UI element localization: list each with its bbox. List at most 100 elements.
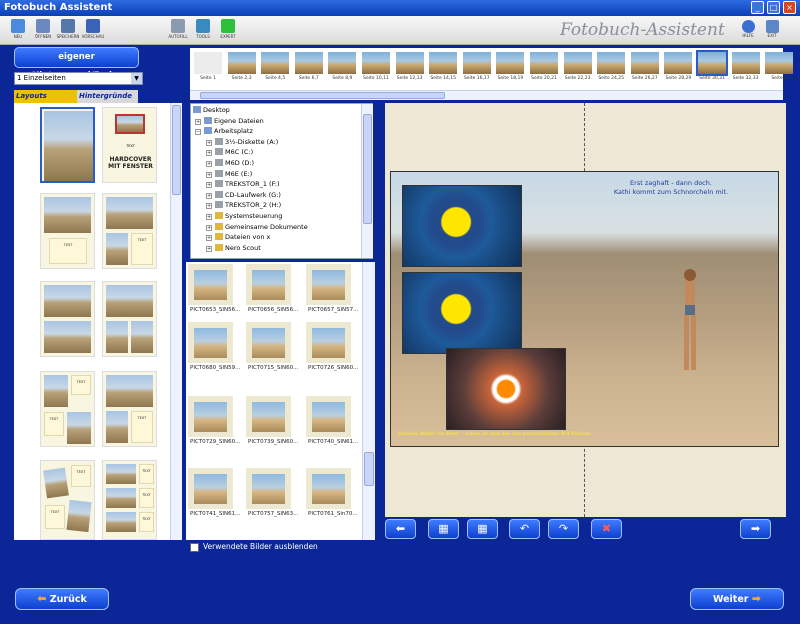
page-thumb[interactable]: Seite 3 bbox=[764, 52, 794, 81]
image-scrollbar[interactable] bbox=[362, 262, 375, 540]
toolbar-button-öffnen[interactable]: ÖFFNEN bbox=[31, 19, 55, 39]
image-thumb[interactable] bbox=[188, 468, 233, 509]
tree-expander[interactable]: − bbox=[195, 129, 201, 136]
next-page-button[interactable]: ➡ bbox=[740, 519, 771, 539]
minimize-button[interactable]: _ bbox=[751, 1, 764, 14]
tree-item[interactable]: Gemeinsame Dokumente bbox=[215, 222, 308, 231]
help-button[interactable]: HILFE bbox=[738, 20, 758, 38]
layout-thumb-2[interactable]: TEXT bbox=[40, 193, 95, 269]
rotate-left-button[interactable]: ↶ bbox=[509, 519, 540, 539]
page-thumb[interactable]: Seite 30,31 bbox=[696, 50, 728, 81]
tree-expander[interactable]: + bbox=[206, 171, 212, 178]
layout-thumb-hardcover[interactable]: TEXT HARDCOVER MIT FENSTER bbox=[102, 107, 157, 183]
tree-item[interactable]: Nero Scout bbox=[215, 243, 261, 252]
layout-thumb-1[interactable] bbox=[40, 107, 95, 183]
image-thumb[interactable] bbox=[306, 468, 351, 509]
page-thumb[interactable]: Seite 22,23 bbox=[563, 52, 593, 81]
tree-expander[interactable]: + bbox=[206, 139, 212, 146]
tree-item[interactable]: Dateien von x bbox=[215, 233, 270, 241]
layout-action-button-2[interactable]: ▦ bbox=[467, 519, 498, 539]
layout-thumb-7[interactable]: TEXT bbox=[102, 371, 157, 447]
image-thumb[interactable] bbox=[188, 396, 233, 437]
tree-expander[interactable]: + bbox=[206, 182, 212, 189]
page-thumb[interactable]: Seite 4,5 bbox=[260, 52, 290, 81]
page-thumb[interactable]: Seite 26,27 bbox=[630, 52, 660, 81]
page-thumb[interactable]: Seite 32,33 bbox=[731, 52, 761, 81]
close-button[interactable]: × bbox=[783, 1, 796, 14]
chevron-down-icon[interactable]: ▼ bbox=[131, 73, 142, 84]
tree-expander[interactable]: + bbox=[206, 192, 212, 199]
delete-page-button[interactable]: ✖ bbox=[591, 519, 622, 539]
layout-thumb-3[interactable]: TEXT bbox=[102, 193, 157, 269]
tree-item[interactable]: Eigene Dateien bbox=[204, 116, 264, 125]
page-thumb[interactable]: Seite 1 bbox=[193, 52, 223, 81]
maximize-button[interactable]: □ bbox=[767, 1, 780, 14]
page-thumb[interactable]: Seite 8,9 bbox=[327, 52, 357, 81]
page-thumb[interactable]: Seite 12,13 bbox=[395, 52, 425, 81]
toolbar-button-autofill[interactable]: AUTOFILL bbox=[166, 19, 190, 39]
page-thumb[interactable]: Seite 14,15 bbox=[428, 52, 458, 81]
image-thumb[interactable] bbox=[246, 264, 291, 305]
page-thumb[interactable]: Seite 6,7 bbox=[294, 52, 324, 81]
tree-item[interactable]: M6D (D:) bbox=[215, 159, 254, 167]
hide-used-checkbox[interactable] bbox=[190, 543, 199, 552]
layout-thumb-6[interactable]: TEXT TEXT bbox=[40, 371, 95, 447]
back-button[interactable]: ⬅ Zurück bbox=[15, 588, 109, 610]
prev-page-button[interactable]: ⬅ bbox=[385, 519, 416, 539]
tree-expander[interactable]: + bbox=[206, 161, 212, 167]
page-thumb[interactable]: Seite 24,25 bbox=[596, 52, 626, 81]
tree-expander[interactable]: + bbox=[206, 203, 212, 210]
tree-item[interactable]: Systemsteuerung bbox=[215, 212, 282, 220]
layout-scrollbar[interactable] bbox=[170, 103, 182, 540]
tree-item[interactable]: CD-Laufwerk (G:) bbox=[215, 190, 281, 199]
tree-scrollbar-thumb[interactable] bbox=[363, 114, 372, 224]
page-thumb[interactable]: Seite 16,17 bbox=[462, 52, 492, 81]
tree-expander[interactable]: + bbox=[206, 150, 212, 157]
image-scrollbar-thumb[interactable] bbox=[364, 452, 374, 486]
reef-photo-3[interactable] bbox=[446, 348, 566, 430]
reef-photo-2[interactable] bbox=[402, 272, 522, 354]
layout-thumb-4[interactable] bbox=[40, 281, 95, 357]
tree-expander[interactable]: + bbox=[206, 235, 212, 242]
toolbar-button-neu[interactable]: NEU bbox=[6, 19, 30, 39]
page-mode-select[interactable]: 1 Einzelseiten ▼ bbox=[14, 72, 143, 85]
toolbar-button-speichern[interactable]: SPEICHERN bbox=[56, 19, 80, 39]
image-thumb[interactable] bbox=[246, 322, 291, 363]
image-thumb[interactable] bbox=[246, 468, 291, 509]
tree-expander[interactable]: + bbox=[206, 214, 212, 220]
tree-scrollbar[interactable] bbox=[361, 104, 373, 258]
tree-item[interactable]: M6C (C:) bbox=[215, 148, 253, 156]
tree-expander[interactable]: + bbox=[206, 224, 212, 231]
tree-item[interactable]: 3½-Diskette (A:) bbox=[215, 137, 278, 146]
image-thumb[interactable] bbox=[306, 322, 351, 363]
page-strip-scrollbar-thumb[interactable] bbox=[200, 92, 445, 99]
rotate-right-button[interactable]: ↷ bbox=[548, 519, 579, 539]
caption-text[interactable]: Erst zaghaft - dann doch. Kathi kommt zu… bbox=[596, 179, 746, 197]
page-strip-scrollbar[interactable] bbox=[190, 90, 783, 100]
tab-layouts[interactable]: Layouts bbox=[14, 90, 77, 103]
toolbar-button-tools[interactable]: TOOLS bbox=[191, 19, 215, 39]
page-thumb[interactable]: Seite 20,21 bbox=[529, 52, 559, 81]
tree-item[interactable]: M6E (E:) bbox=[215, 169, 252, 178]
image-thumb[interactable] bbox=[306, 396, 351, 437]
layout-action-button-1[interactable]: ▦ bbox=[428, 519, 459, 539]
tree-item[interactable]: TREKSTOR_1 (F:) bbox=[215, 180, 280, 188]
tree-item[interactable]: Desktop bbox=[193, 106, 230, 114]
image-thumb[interactable] bbox=[188, 322, 233, 363]
tree-expander[interactable]: + bbox=[206, 245, 212, 252]
tree-item[interactable]: TREKSTOR_2 (H:) bbox=[215, 201, 281, 209]
page-thumb[interactable]: Seite 2,3 bbox=[227, 52, 257, 81]
custom-background-button[interactable]: eigener Hintergrund/Farbe bbox=[14, 47, 139, 81]
toolbar-button-expert[interactable]: EXPERT bbox=[216, 19, 240, 39]
image-thumb[interactable] bbox=[306, 264, 351, 305]
page-thumb[interactable]: Seite 18,19 bbox=[495, 52, 525, 81]
layout-thumb-9[interactable]: TEXT TEXT TEXT bbox=[102, 460, 157, 540]
toolbar-button-vorschau[interactable]: VORSCHAU bbox=[81, 19, 105, 39]
tab-backgrounds[interactable]: Hintergründe bbox=[77, 90, 138, 103]
next-button[interactable]: Weiter ➡ bbox=[690, 588, 784, 610]
image-thumb[interactable] bbox=[188, 264, 233, 305]
layout-thumb-8[interactable]: TEXT TEXT bbox=[40, 460, 95, 540]
tree-item[interactable]: Arbeitsplatz bbox=[204, 127, 253, 135]
reef-photo-1[interactable] bbox=[402, 185, 522, 267]
layout-thumb-5[interactable] bbox=[102, 281, 157, 357]
